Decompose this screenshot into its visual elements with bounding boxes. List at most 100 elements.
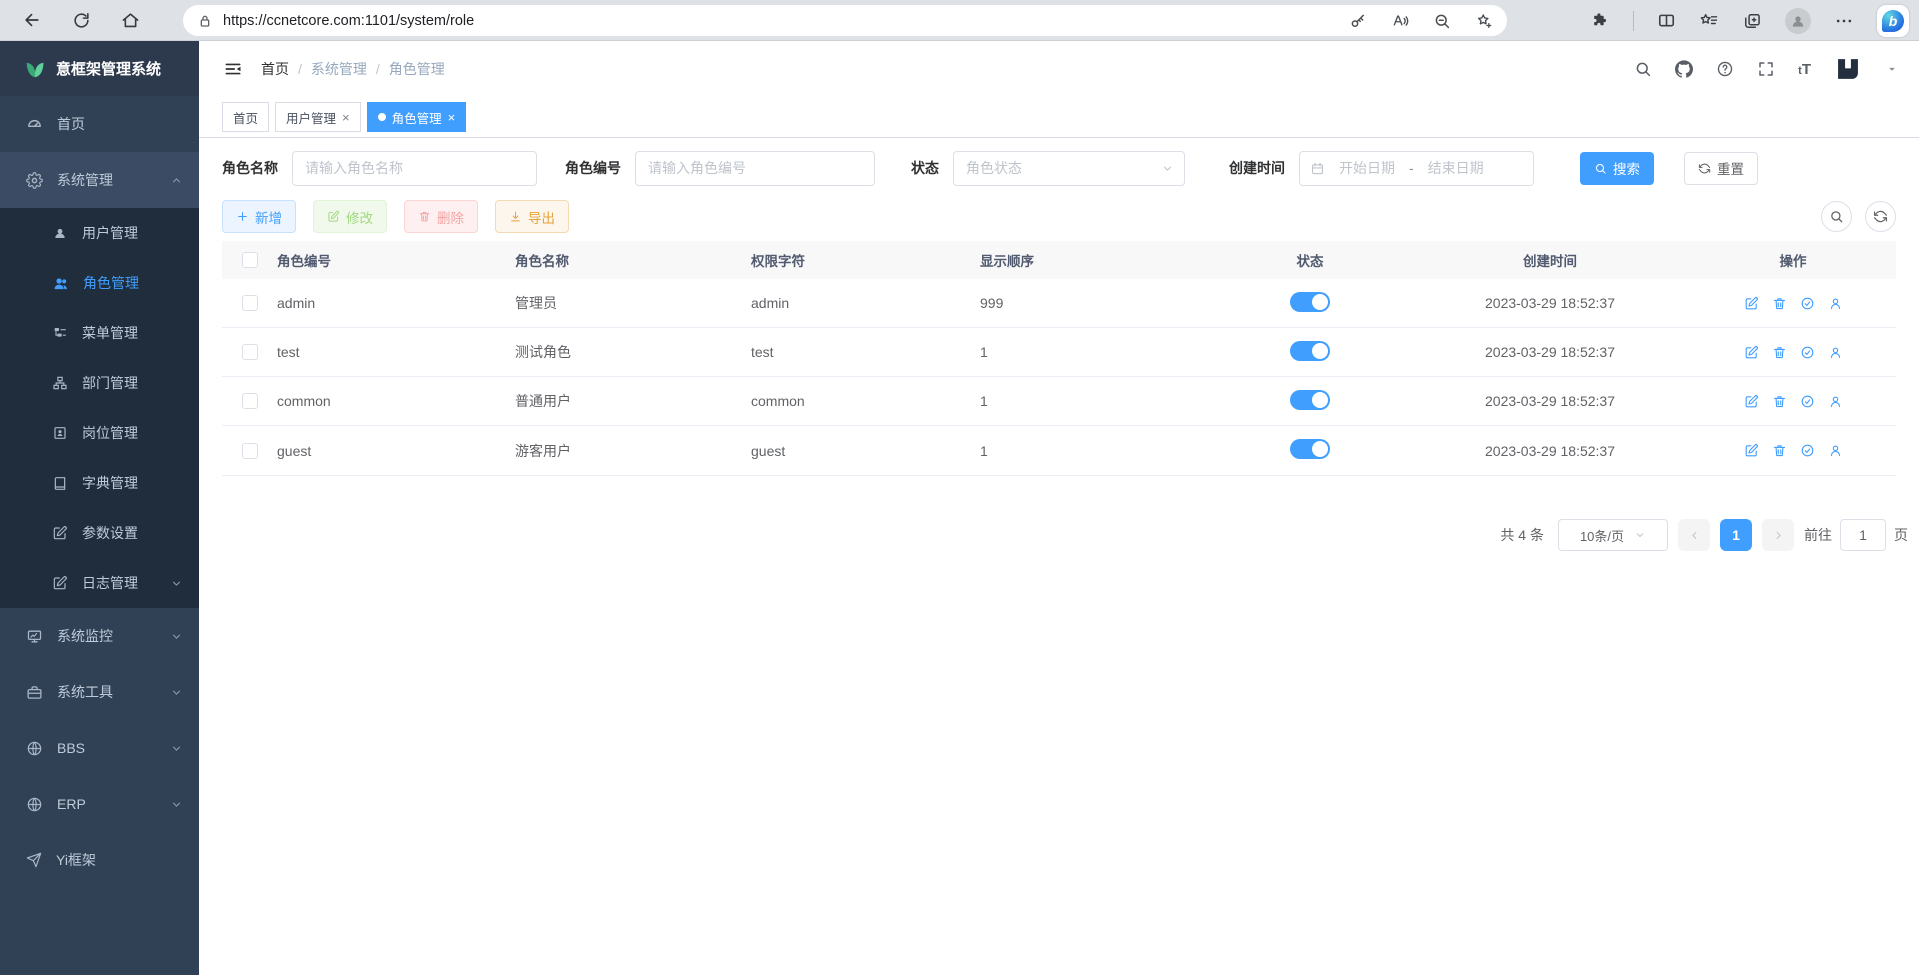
caret-down-icon[interactable] — [1885, 62, 1899, 76]
app-logo[interactable]: 意框架管理系统 — [0, 41, 199, 96]
row-data-permission-icon[interactable] — [1800, 394, 1815, 409]
row-data-permission-icon[interactable] — [1800, 296, 1815, 311]
tab-user-management[interactable]: 用户管理 × — [275, 102, 361, 132]
browser-chrome: https://ccnetcore.com:1101/system/role b — [0, 0, 1919, 41]
row-assign-user-icon[interactable] — [1828, 443, 1843, 458]
trash-icon — [418, 210, 431, 223]
row-checkbox[interactable] — [242, 393, 258, 409]
url-text[interactable]: https://ccnetcore.com:1101/system/role — [223, 13, 474, 29]
sidebar-item-home[interactable]: 首页 — [0, 96, 199, 152]
row-data-permission-icon[interactable] — [1800, 345, 1815, 360]
table-row: guest 游客用户 guest 1 2023-03-29 18:52:37 — [222, 426, 1896, 475]
sidebar-fold-icon[interactable] — [223, 59, 243, 79]
date-start-placeholder: 开始日期 — [1339, 158, 1395, 178]
tab-home[interactable]: 首页 — [222, 102, 269, 132]
sidebar-item-dept-management[interactable]: 部门管理 — [0, 358, 199, 408]
row-edit-icon[interactable] — [1744, 443, 1759, 458]
goto-page-input[interactable] — [1840, 519, 1886, 551]
sidebar-item-role-management[interactable]: 角色管理 — [0, 258, 199, 308]
sidebar-item-system-tools[interactable]: 系统工具 — [0, 664, 199, 720]
refresh-table-button[interactable] — [1865, 201, 1896, 232]
browser-essentials-icon[interactable] — [1591, 11, 1610, 30]
font-size-icon[interactable]: tT — [1798, 61, 1811, 78]
sidebar-item-yi-framework[interactable]: Yi框架 — [0, 832, 199, 888]
header-search-icon[interactable] — [1634, 60, 1652, 78]
created-time-label: 创建时间 — [1229, 158, 1285, 178]
status-toggle[interactable] — [1290, 439, 1330, 459]
sidebar-item-param-settings[interactable]: 参数设置 — [0, 508, 199, 558]
browser-back-icon[interactable] — [22, 10, 42, 30]
row-delete-icon[interactable] — [1772, 296, 1787, 311]
copilot-icon[interactable]: b — [1877, 5, 1909, 37]
split-screen-icon[interactable] — [1657, 11, 1676, 30]
sidebar-item-erp[interactable]: ERP — [0, 776, 199, 832]
modify-button[interactable]: 修改 — [313, 200, 387, 233]
lock-icon[interactable] — [197, 13, 213, 29]
reset-button[interactable]: 重置 — [1684, 152, 1758, 185]
address-bar[interactable]: https://ccnetcore.com:1101/system/role — [183, 5, 1507, 36]
row-assign-user-icon[interactable] — [1828, 296, 1843, 311]
chevron-down-icon — [170, 798, 183, 811]
row-checkbox[interactable] — [242, 344, 258, 360]
row-edit-icon[interactable] — [1744, 296, 1759, 311]
row-edit-icon[interactable] — [1744, 345, 1759, 360]
role-name-input[interactable] — [292, 151, 537, 186]
row-assign-user-icon[interactable] — [1828, 394, 1843, 409]
fullscreen-icon[interactable] — [1757, 60, 1775, 78]
close-icon[interactable]: × — [448, 110, 456, 125]
collections-icon[interactable] — [1742, 11, 1762, 31]
prev-page-button[interactable] — [1678, 519, 1710, 551]
date-range-picker[interactable]: 开始日期 - 结束日期 — [1299, 151, 1534, 186]
status-toggle[interactable] — [1290, 390, 1330, 410]
sidebar-item-log-management[interactable]: 日志管理 — [0, 558, 199, 608]
next-page-button[interactable] — [1762, 519, 1794, 551]
row-delete-icon[interactable] — [1772, 394, 1787, 409]
close-icon[interactable]: × — [342, 110, 350, 125]
delete-button[interactable]: 删除 — [404, 200, 478, 233]
read-aloud-icon[interactable] — [1391, 12, 1409, 30]
browser-home-icon[interactable] — [121, 11, 140, 30]
current-page[interactable]: 1 — [1720, 519, 1752, 551]
tab-role-management[interactable]: 角色管理 × — [367, 102, 467, 132]
sidebar-item-user-management[interactable]: 用户管理 — [0, 208, 199, 258]
sidebar-item-post-management[interactable]: 岗位管理 — [0, 408, 199, 458]
browser-profile-avatar[interactable] — [1785, 8, 1811, 34]
row-edit-icon[interactable] — [1744, 394, 1759, 409]
created-time: 2023-03-29 18:52:37 — [1410, 344, 1690, 360]
row-data-permission-icon[interactable] — [1800, 443, 1815, 458]
send-icon — [26, 852, 42, 868]
status-toggle[interactable] — [1290, 292, 1330, 312]
export-button[interactable]: 导出 — [495, 200, 569, 233]
sidebar-item-system-management[interactable]: 系统管理 — [0, 152, 199, 208]
github-icon[interactable] — [1675, 60, 1693, 78]
breadcrumb-home[interactable]: 首页 — [261, 59, 289, 79]
user-avatar[interactable] — [1834, 55, 1862, 83]
chevron-down-icon — [170, 630, 183, 643]
add-favorite-icon[interactable] — [1475, 12, 1493, 30]
status-select[interactable]: 角色状态 — [953, 151, 1185, 186]
role-perm: common — [751, 393, 980, 409]
search-button[interactable]: 搜索 — [1580, 152, 1654, 185]
zoom-out-icon[interactable] — [1433, 12, 1451, 30]
row-delete-icon[interactable] — [1772, 443, 1787, 458]
browser-refresh-icon[interactable] — [72, 11, 91, 30]
page-size-select[interactable]: 10条/页 — [1558, 519, 1668, 551]
tag-views-bar: 首页 用户管理 × 角色管理 × — [199, 97, 1919, 138]
status-toggle[interactable] — [1290, 341, 1330, 361]
add-button[interactable]: 新增 — [222, 200, 296, 233]
row-checkbox[interactable] — [242, 295, 258, 311]
sidebar-item-menu-management[interactable]: 菜单管理 — [0, 308, 199, 358]
password-key-icon[interactable] — [1349, 12, 1367, 30]
sidebar-item-bbs[interactable]: BBS — [0, 720, 199, 776]
select-all-checkbox[interactable] — [242, 252, 258, 268]
sidebar-item-dict-management[interactable]: 字典管理 — [0, 458, 199, 508]
favorites-icon[interactable] — [1699, 11, 1719, 31]
row-delete-icon[interactable] — [1772, 345, 1787, 360]
show-search-toggle-button[interactable] — [1821, 201, 1852, 232]
help-icon[interactable] — [1716, 60, 1734, 78]
browser-menu-icon[interactable] — [1834, 11, 1854, 31]
role-code-input[interactable] — [635, 151, 875, 186]
row-checkbox[interactable] — [242, 443, 258, 459]
row-assign-user-icon[interactable] — [1828, 345, 1843, 360]
sidebar-item-system-monitor[interactable]: 系统监控 — [0, 608, 199, 664]
